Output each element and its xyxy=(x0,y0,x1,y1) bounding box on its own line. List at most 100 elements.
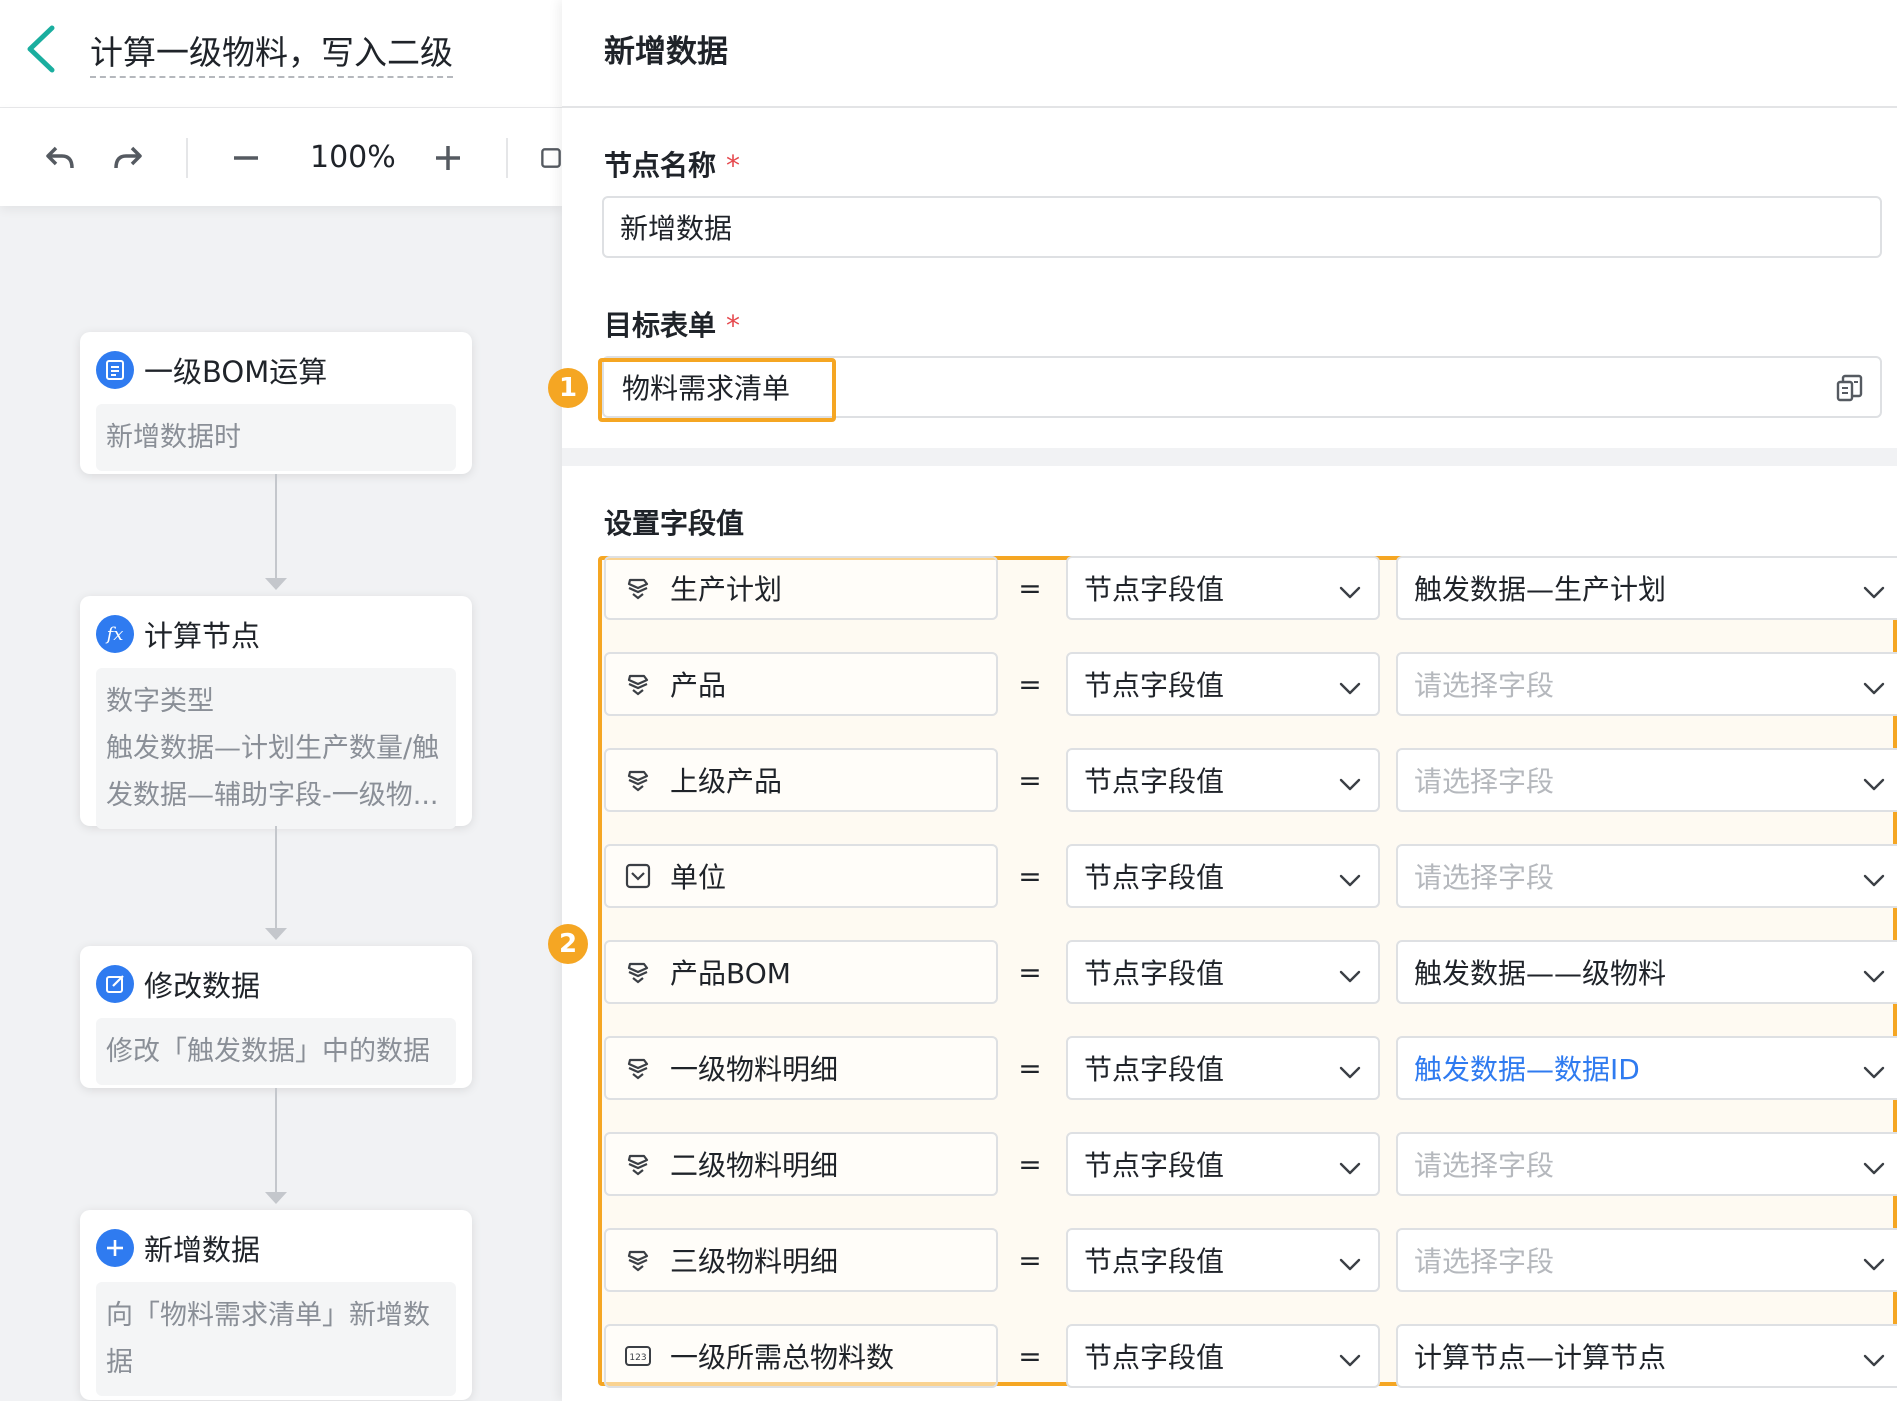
value-type-select[interactable]: 节点字段值 xyxy=(1066,1036,1380,1100)
flow-node-calculate[interactable]: fx 计算节点 数字类型 触发数据—计划生产数量/触 发数据—辅助字段-一级物.… xyxy=(80,596,472,829)
value-type-select[interactable]: 节点字段值 xyxy=(1066,1324,1380,1388)
link-field-icon xyxy=(624,1246,652,1274)
chevron-down-icon xyxy=(1862,770,1886,794)
chevron-down-icon xyxy=(1862,866,1886,890)
target-field-label: 一级所需总物料数 xyxy=(670,1341,895,1374)
form-picker-icon[interactable] xyxy=(1834,372,1866,404)
divider xyxy=(562,106,1897,108)
node-summary: 修改「触发数据」中的数据 xyxy=(96,1018,456,1085)
chevron-down-icon xyxy=(1862,1154,1886,1178)
value-type-select[interactable]: 节点字段值 xyxy=(1066,556,1380,620)
node-summary-line: 修改「触发数据」中的数据 xyxy=(106,1036,430,1067)
value-type-select[interactable]: 节点字段值 xyxy=(1066,652,1380,716)
minimap-icon[interactable] xyxy=(540,138,562,178)
chevron-down-icon xyxy=(1862,578,1886,602)
value-type-label: 节点字段值 xyxy=(1084,669,1225,702)
field-mapping-row: 生产计划 = 节点字段值 触发数据—生产计划 xyxy=(604,556,1897,620)
node-summary-line: 向「物料需求清单」新增数 xyxy=(106,1300,430,1331)
back-arrow-icon[interactable] xyxy=(22,24,62,74)
equals-sign: = xyxy=(1018,667,1042,701)
dropdown-field-icon xyxy=(624,862,652,890)
value-field-select[interactable]: 计算节点—计算节点 xyxy=(1396,1324,1897,1388)
zoom-out-icon[interactable] xyxy=(226,138,266,178)
value-type-label: 节点字段值 xyxy=(1084,1149,1225,1182)
value-field-label: 触发数据—数据ID xyxy=(1414,1053,1640,1086)
value-type-select[interactable]: 节点字段值 xyxy=(1066,1132,1380,1196)
value-type-label: 节点字段值 xyxy=(1084,957,1225,990)
target-field-label: 产品BOM xyxy=(670,957,791,990)
value-field-select[interactable]: 请选择字段 xyxy=(1396,748,1897,812)
value-type-label: 节点字段值 xyxy=(1084,1341,1225,1374)
value-field-label: 触发数据—生产计划 xyxy=(1414,573,1667,606)
chevron-down-icon xyxy=(1862,1058,1886,1082)
value-field-label: 请选择字段 xyxy=(1414,1149,1555,1182)
value-type-label: 节点字段值 xyxy=(1084,765,1225,798)
target-field: 产品BOM xyxy=(604,940,998,1004)
flow-node-trigger[interactable]: 一级BOM运算 新增数据时 xyxy=(80,332,472,474)
value-field-label: 触发数据——级物料 xyxy=(1414,957,1667,990)
target-field: 单位 xyxy=(604,844,998,908)
value-type-label: 节点字段值 xyxy=(1084,573,1225,606)
chevron-down-icon xyxy=(1338,578,1362,602)
value-type-select[interactable]: 节点字段值 xyxy=(1066,748,1380,812)
chevron-down-icon xyxy=(1338,1154,1362,1178)
node-name-input[interactable]: 新增数据 xyxy=(602,196,1882,258)
target-field-label: 单位 xyxy=(670,861,727,894)
value-field-select[interactable]: 请选择字段 xyxy=(1396,1228,1897,1292)
node-name-label: 节点名称 * xyxy=(604,149,741,182)
badge-1: 1 xyxy=(548,368,588,408)
connector xyxy=(275,474,277,580)
node-title: 新增数据 xyxy=(144,1233,261,1267)
flow-node-update[interactable]: 修改数据 修改「触发数据」中的数据 xyxy=(80,946,472,1088)
canvas-toolbar: 100% xyxy=(0,108,562,206)
value-field-select[interactable]: 触发数据—数据ID xyxy=(1396,1036,1897,1100)
node-summary-line: 发数据—辅助字段-一级物... xyxy=(106,780,439,811)
flow-node-create[interactable]: 新增数据 向「物料需求清单」新增数 据 xyxy=(80,1210,472,1400)
equals-sign: = xyxy=(1018,859,1042,893)
flow-header: 计算一级物料，写入二级 xyxy=(0,0,562,108)
chevron-down-icon xyxy=(1338,1058,1362,1082)
node-summary-line: 新增数据时 xyxy=(106,422,241,453)
value-field-select[interactable]: 请选择字段 xyxy=(1396,1132,1897,1196)
link-field-icon xyxy=(624,670,652,698)
value-field-select[interactable]: 触发数据——级物料 xyxy=(1396,940,1897,1004)
chevron-down-icon xyxy=(1862,1250,1886,1274)
node-summary-line: 触发数据—计划生产数量/触 xyxy=(106,733,440,764)
target-field-label: 产品 xyxy=(670,669,727,702)
set-fields-label: 设置字段值 xyxy=(604,507,745,540)
target-field: 二级物料明细 xyxy=(604,1132,998,1196)
value-field-select[interactable]: 请选择字段 xyxy=(1396,652,1897,716)
equals-sign: = xyxy=(1018,1051,1042,1085)
node-summary-line: 数字类型 xyxy=(106,686,214,717)
node-summary: 向「物料需求清单」新增数 据 xyxy=(96,1282,456,1396)
arrow-down-icon xyxy=(265,928,287,940)
undo-icon[interactable] xyxy=(40,138,80,178)
field-mapping-row: 产品BOM = 节点字段值 触发数据——级物料 xyxy=(604,940,1897,1004)
value-field-select[interactable]: 请选择字段 xyxy=(1396,844,1897,908)
target-field: 123 一级所需总物料数 xyxy=(604,1324,998,1388)
value-field-label: 请选择字段 xyxy=(1414,1245,1555,1278)
highlight-box-1 xyxy=(598,358,836,422)
connector xyxy=(275,1088,277,1194)
redo-icon[interactable] xyxy=(108,138,148,178)
chevron-down-icon xyxy=(1862,674,1886,698)
target-field-label: 三级物料明细 xyxy=(670,1245,839,1278)
target-field: 上级产品 xyxy=(604,748,998,812)
number-field-icon: 123 xyxy=(624,1342,652,1370)
value-field-label: 请选择字段 xyxy=(1414,669,1555,702)
value-type-select[interactable]: 节点字段值 xyxy=(1066,940,1380,1004)
chevron-down-icon xyxy=(1862,1346,1886,1370)
flow-title[interactable]: 计算一级物料，写入二级 xyxy=(90,26,453,78)
value-type-select[interactable]: 节点字段值 xyxy=(1066,1228,1380,1292)
value-type-select[interactable]: 节点字段值 xyxy=(1066,844,1380,908)
field-mapping-row: 二级物料明细 = 节点字段值 请选择字段 xyxy=(604,1132,1897,1196)
node-summary-line: 据 xyxy=(106,1347,133,1378)
chevron-down-icon xyxy=(1338,962,1362,986)
chevron-down-icon xyxy=(1862,962,1886,986)
link-field-icon xyxy=(624,958,652,986)
zoom-in-icon[interactable] xyxy=(428,138,468,178)
arrow-down-icon xyxy=(265,578,287,590)
equals-sign: = xyxy=(1018,571,1042,605)
value-field-select[interactable]: 触发数据—生产计划 xyxy=(1396,556,1897,620)
zoom-level: 100% xyxy=(310,140,396,175)
